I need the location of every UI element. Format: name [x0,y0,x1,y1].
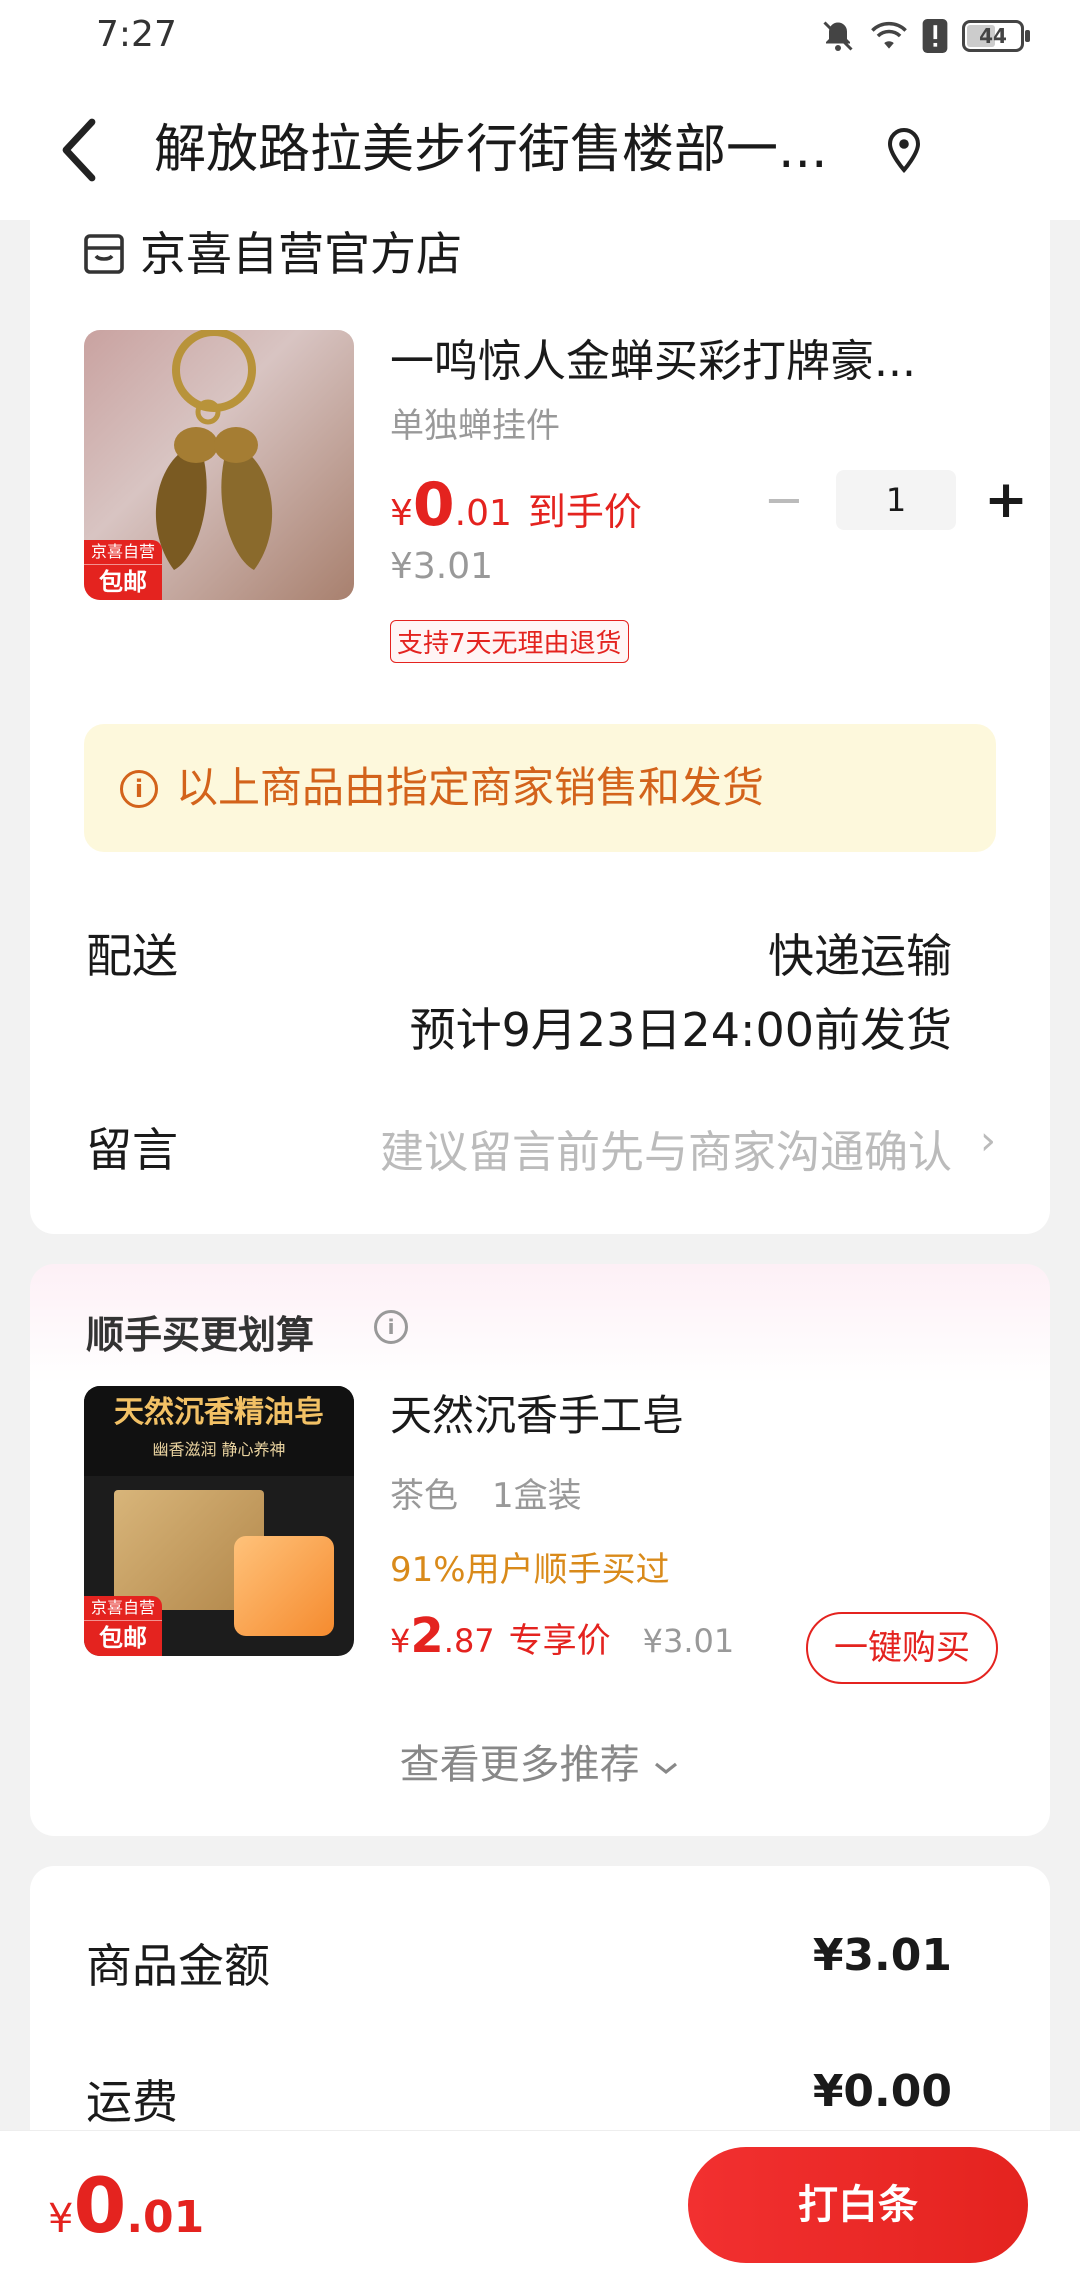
spec-color: 茶色 [390,1476,458,1516]
product-image[interactable]: 京喜自营 包邮 [84,330,354,600]
recommend-stat: 91%用户顺手买过 [390,1550,670,1590]
product-spec[interactable]: 单独蝉挂件 [390,398,560,447]
price-tag: 专享价 [508,1621,611,1661]
total-integer: 0 [73,2161,127,2250]
shipping-fee-value: ¥0.00 [812,2066,952,2117]
bell-muted-icon [823,21,853,51]
more-recommend-label: 查看更多推荐 [399,1742,640,1788]
recommend-card: 顺手买更划算 i 天然沉香精油皂 幽香滋润 静心养神 京喜自营 包邮 天然沉香手… [30,1264,1050,1836]
goods-amount-label: 商品金额 [86,1939,270,1993]
price-currency: ¥ [390,493,413,534]
price-decimal: .01 [454,493,512,534]
pay-button[interactable]: 打白条 [688,2147,1028,2263]
order-card: 京喜自营官方店 京喜自营 包邮 一鸣惊人金蝉买彩打牌豪... 单独蝉挂件 ¥ 0… [30,220,1050,1234]
recommend-image[interactable]: 天然沉香精油皂 幽香滋润 静心养神 京喜自营 包邮 [84,1386,354,1656]
back-icon[interactable] [56,116,104,184]
price-decimal: .87 [443,1622,495,1660]
status-icons: 44 [820,18,1030,54]
store-icon [84,234,124,274]
soap-banner-title: 天然沉香精油皂 [114,1395,324,1430]
shipping-fee-label: 运费 [86,2075,178,2129]
chevron-down-icon [655,1762,678,1775]
decrease-quantity-button[interactable]: − [758,474,810,526]
info-icon: i [120,770,158,808]
recommend-price: ¥ 2 .87 专享价 ¥3.01 [390,1608,734,1664]
price-tag: 到手价 [527,490,642,534]
total-price: ¥ 0 .01 [48,2161,204,2250]
badge-bottom-text: 包邮 [99,568,147,596]
original-price: ¥3.01 [642,1622,735,1660]
info-icon[interactable]: i [374,1310,408,1344]
quantity-input[interactable]: 1 [836,470,956,530]
free-shipping-badge: 京喜自营 包邮 [84,540,162,600]
delivery-method[interactable]: 快递运输 [768,920,952,986]
delivery-label: 配送 [86,929,178,983]
notice-text: 以上商品由指定商家销售和发货 [176,763,765,812]
soap-banner: 天然沉香精油皂 幽香滋润 静心养神 [84,1386,354,1476]
recommend-item-title[interactable]: 天然沉香手工皂 [390,1382,684,1443]
badge-top-text: 京喜自营 [84,540,162,565]
product-title[interactable]: 一鸣惊人金蝉买彩打牌豪... [390,332,1000,392]
message-input[interactable]: 建议留言前先与商家沟通确认 [380,1116,952,1180]
product-price: ¥ 0 .01 到手价 [390,470,642,540]
price-integer: 0 [412,470,455,540]
seller-notice: i 以上商品由指定商家销售和发货 [84,724,996,852]
soap-bar-graphic [234,1536,334,1636]
total-decimal: .01 [126,2192,205,2243]
original-price: ¥3.01 [390,546,494,587]
delivery-estimate: 预计9月23日24:00前发货 [409,1003,952,1057]
badge-top-text: 京喜自营 [84,1596,162,1621]
checkout-bar: ¥ 0 .01 打白条 [0,2130,1080,2280]
price-integer: 2 [410,1608,444,1664]
nav-bar: 解放路拉美步行街售楼部一... [0,80,1080,220]
store-name[interactable]: 京喜自营官方店 [140,220,462,288]
status-bar: 7:27 44 [0,0,1080,80]
battery-level: 44 [979,24,1007,48]
battery-icon: 44 [962,20,1030,52]
one-click-buy-button[interactable]: 一键购买 [806,1612,998,1684]
wifi-icon [871,21,907,49]
free-shipping-badge: 京喜自营 包邮 [84,1596,162,1656]
price-currency: ¥ [390,1622,411,1660]
goods-amount-value: ¥3.01 [812,1930,952,1981]
increase-quantity-button[interactable]: + [980,474,1032,526]
alert-icon [922,19,948,53]
location-pin-icon[interactable] [884,126,924,174]
message-label: 留言 [86,1123,178,1177]
chevron-right-icon[interactable]: › [980,1118,996,1164]
total-currency: ¥ [48,2196,74,2242]
recommend-item-spec[interactable]: 茶色 1盒装 [390,1468,582,1517]
badge-bottom-text: 包邮 [99,1624,147,1652]
status-time: 7:27 [96,14,177,55]
recommend-title: 顺手买更划算 [86,1313,315,1357]
soap-banner-subtitle: 幽香滋润 静心养神 [152,1440,286,1459]
return-policy-tag: 支持7天无理由退货 [390,620,629,663]
quantity-stepper: − 1 + [758,470,1028,530]
spec-pack: 1盒装 [492,1476,582,1516]
page-title[interactable]: 解放路拉美步行街售楼部一... [154,116,874,184]
more-recommend-link[interactable]: 查看更多推荐 [30,1732,1050,1790]
